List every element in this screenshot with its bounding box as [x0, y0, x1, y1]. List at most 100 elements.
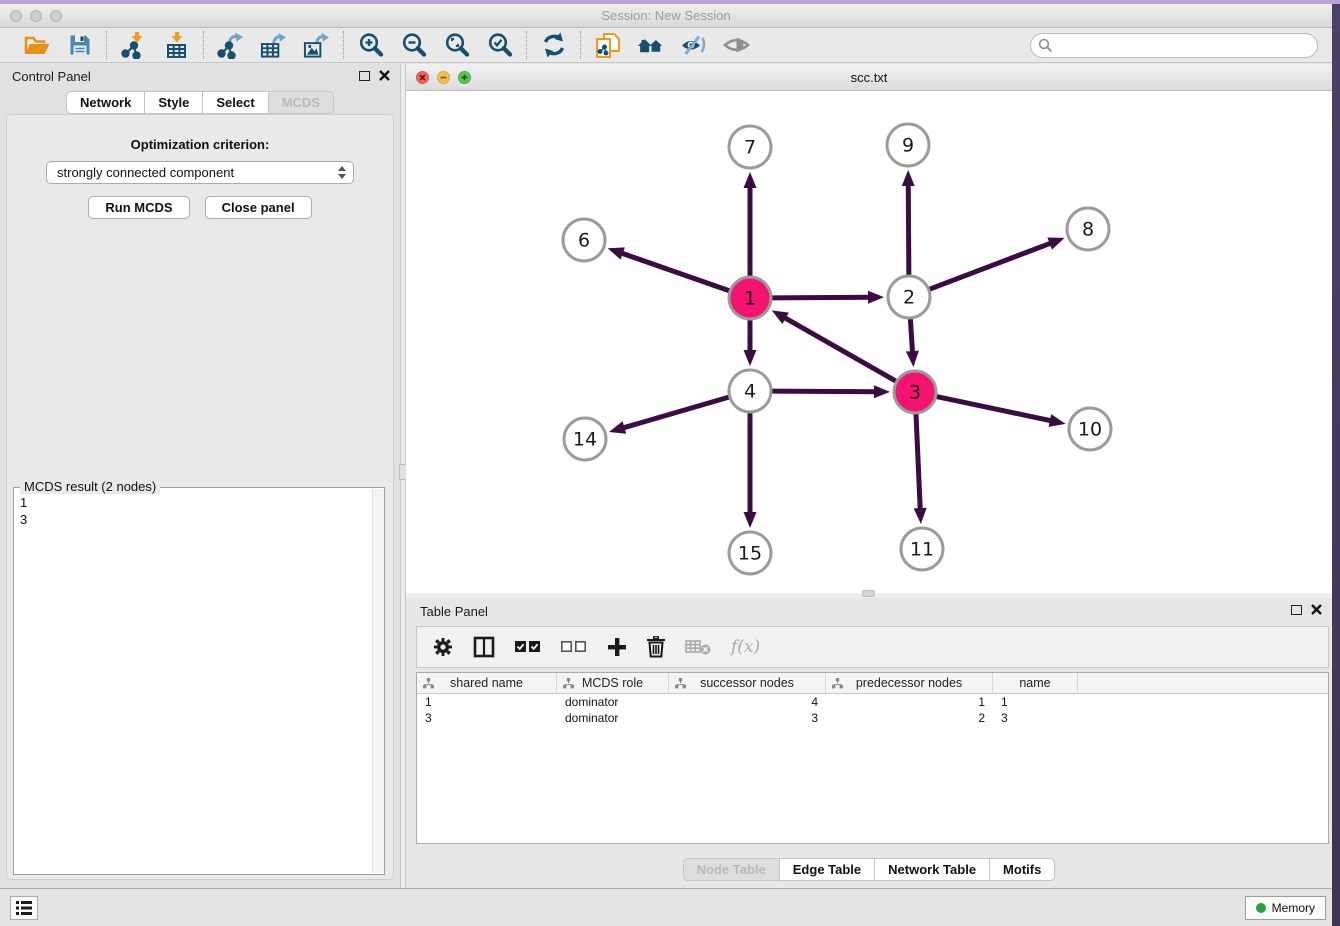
edge-2-8[interactable] — [930, 242, 1055, 289]
mcds-panel: Optimization criterion: strongly connect… — [6, 114, 394, 880]
edge-arrow-icon — [744, 512, 757, 528]
export-table-icon[interactable] — [260, 32, 287, 59]
graph-node-label: 11 — [910, 539, 934, 561]
zoom-out-icon[interactable] — [400, 32, 427, 59]
graph-node-label: 10 — [1078, 419, 1102, 441]
column-header-successor-nodes[interactable]: successor nodes — [669, 673, 826, 693]
table-header-row: shared name MCDS role successor nodes prede… — [417, 673, 1328, 694]
column-header-label: successor nodes — [700, 676, 794, 690]
column-header-MCDS-role[interactable]: MCDS role — [557, 673, 669, 693]
optimization-criterion-label: Optimization criterion: — [7, 137, 393, 152]
save-session-icon[interactable] — [66, 32, 93, 59]
edge-arrow-icon — [868, 291, 884, 304]
edge-1-2[interactable] — [772, 297, 873, 298]
result-scrollbar[interactable] — [372, 489, 384, 873]
control-panel-title: Control Panel — [12, 69, 91, 84]
tab-network[interactable]: Network — [66, 91, 145, 114]
home-view-icon[interactable] — [637, 32, 664, 59]
mcds-result-text[interactable]: 1 3 — [14, 490, 371, 874]
table-cell: 1 — [993, 694, 1078, 710]
float-panel-icon[interactable] — [359, 71, 370, 81]
graph-node-label: 8 — [1082, 219, 1094, 241]
window-title: Session: New Session — [0, 8, 1332, 23]
column-header-shared-name[interactable]: shared name — [417, 673, 557, 693]
column-header-label: name — [1019, 676, 1050, 690]
close-panel-button[interactable]: Close panel — [205, 196, 312, 219]
search-input[interactable] — [1030, 33, 1318, 58]
hide-graphics-details-icon[interactable] — [680, 32, 707, 59]
import-network-icon[interactable] — [120, 32, 147, 59]
unselect-all-columns-icon[interactable] — [561, 634, 587, 660]
edge-arrow-icon — [609, 421, 626, 433]
table-options-icon[interactable] — [433, 634, 453, 660]
table-cell: 1 — [417, 694, 557, 710]
network-canvas[interactable]: 7968124314101511 — [406, 91, 1332, 593]
function-builder-icon: f(x) — [731, 634, 760, 660]
tab-edge-table[interactable]: Edge Table — [779, 858, 875, 881]
criterion-dropdown[interactable]: strongly connected component — [46, 161, 354, 184]
edge-1-6[interactable] — [618, 252, 729, 291]
edge-arrow-icon — [608, 247, 625, 259]
table-row[interactable]: 3dominator323 — [417, 710, 1328, 726]
export-network-icon[interactable] — [217, 32, 244, 59]
select-all-columns-icon[interactable] — [515, 634, 541, 660]
tab-node-table[interactable]: Node Table — [683, 858, 780, 881]
table-cell: dominator — [557, 710, 669, 726]
column-header-predecessor-nodes[interactable]: predecessor nodes — [826, 673, 993, 693]
import-table-icon[interactable] — [163, 32, 190, 59]
tab-select[interactable]: Select — [202, 91, 268, 114]
open-session-icon[interactable] — [23, 32, 50, 59]
column-header-name[interactable]: name — [993, 673, 1078, 693]
edge-arrow-icon — [914, 508, 927, 524]
column-type-icon — [423, 678, 434, 689]
delete-table-icon — [685, 634, 711, 660]
close-panel-icon[interactable] — [379, 70, 390, 81]
memory-button[interactable]: Memory — [1245, 896, 1326, 920]
zoom-selected-icon[interactable] — [486, 32, 513, 59]
edge-2-3[interactable] — [910, 319, 912, 356]
edge-arrow-icon — [1047, 237, 1064, 249]
close-panel-icon[interactable] — [1311, 604, 1322, 615]
column-header-label: MCDS role — [582, 676, 643, 690]
edge-arrow-icon — [1049, 414, 1066, 427]
toggle-bird-view-icon[interactable] — [723, 32, 750, 59]
apply-layout-icon[interactable] — [540, 32, 567, 59]
edge-4-3[interactable] — [772, 391, 879, 392]
export-image-icon[interactable] — [303, 32, 330, 59]
tab-network-table[interactable]: Network Table — [874, 858, 990, 881]
table-toolbar: f(x) — [416, 626, 1329, 668]
mcds-result-box: MCDS result (2 nodes) 1 3 — [13, 487, 385, 875]
edge-3-11[interactable] — [916, 414, 920, 513]
run-mcds-button[interactable]: Run MCDS — [88, 196, 189, 219]
zoom-fit-icon[interactable] — [443, 32, 470, 59]
table-panel-header: Table Panel — [406, 598, 1332, 624]
control-panel-header: Control Panel — [0, 64, 400, 90]
tab-mcds[interactable]: MCDS — [268, 91, 334, 114]
edge-arrow-icon — [874, 385, 890, 398]
add-column-icon[interactable] — [607, 634, 627, 660]
tab-style[interactable]: Style — [144, 91, 203, 114]
edge-3-10[interactable] — [937, 397, 1055, 422]
delete-columns-icon[interactable] — [647, 634, 665, 660]
main-toolbar — [0, 28, 1332, 63]
edge-2-9[interactable] — [908, 181, 909, 275]
edge-4-14[interactable] — [620, 397, 729, 429]
graph-node-label: 1 — [744, 288, 756, 310]
graph-node-label: 2 — [903, 287, 915, 309]
criterion-value: strongly connected component — [57, 165, 234, 180]
zoom-in-icon[interactable] — [357, 32, 384, 59]
result-line: 3 — [20, 511, 365, 528]
table-cell: 2 — [826, 710, 993, 726]
table-cell: 3 — [669, 710, 826, 726]
copy-network-view-icon[interactable] — [594, 32, 621, 59]
edge-3-1[interactable] — [781, 316, 896, 381]
show-columns-icon[interactable] — [473, 634, 495, 660]
tab-motifs[interactable]: Motifs — [989, 858, 1055, 881]
splitter-handle[interactable] — [862, 590, 875, 597]
memory-status-icon — [1256, 903, 1266, 913]
table-cell: 3 — [993, 710, 1078, 726]
float-panel-icon[interactable] — [1291, 605, 1302, 615]
task-history-button[interactable] — [10, 896, 38, 920]
edge-arrow-icon — [744, 350, 757, 366]
table-row[interactable]: 1dominator411 — [417, 694, 1328, 710]
